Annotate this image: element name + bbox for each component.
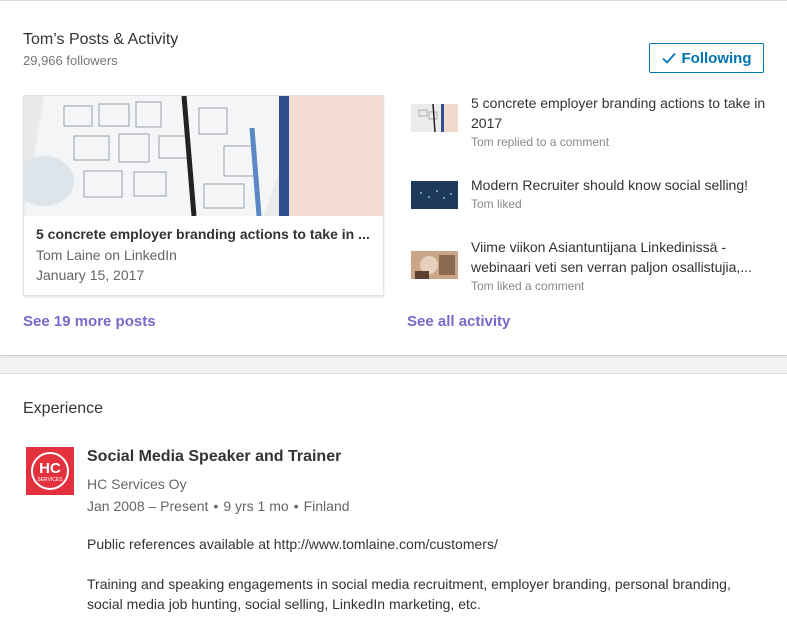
featured-post-image [24,96,383,216]
following-button[interactable]: Following [649,43,764,73]
date-range: Jan 2008 – Present [87,498,209,514]
activity-meta: Tom replied to a comment [471,135,610,149]
experience-section-title: Experience [23,400,104,417]
job-dates: Jan 2008 – Present • 9 yrs 1 mo • Finland [87,498,350,514]
activity-title: Modern Recruiter should know social sell… [471,177,749,193]
activity-title: 5 concrete employer branding actions to … [471,95,766,131]
featured-post-card[interactable]: 5 concrete employer branding actions to … [23,95,384,296]
job-title[interactable]: Social Media Speaker and Trainer [87,448,341,466]
activity-thumbnail [411,251,458,279]
bullet-separator: • [213,498,219,514]
duration: 9 yrs 1 mo [223,498,289,514]
location: Finland [303,498,350,514]
company-name[interactable]: HC Services Oy [87,476,187,492]
activity-meta: Tom liked a comment [471,279,585,293]
logo-text: HC [39,460,61,477]
following-label: Following [681,49,752,67]
job-description-references: Public references available at http://ww… [87,536,498,552]
company-logo[interactable]: HC SERVICES [26,447,74,495]
bullet-separator: • [293,498,299,514]
activity-item[interactable]: 5 concrete employer branding actions to … [411,93,771,149]
activity-item[interactable]: Viime viikon Asiantuntijana Linkedinissä… [411,237,771,297]
followers-count: 29,966 followers [23,53,118,68]
featured-post-title: 5 concrete employer branding actions to … [36,226,370,242]
activity-thumbnail [411,104,458,132]
activity-title: Viime viikon Asiantuntijana Linkedinissä… [471,239,752,275]
logo-subtext: SERVICES [37,477,63,483]
see-all-activity-link[interactable]: See all activity [407,313,510,330]
activity-thumbnail [411,181,458,209]
posts-activity-card: Tom’s Posts & Activity 29,966 followers … [0,0,787,356]
see-more-posts-link[interactable]: See 19 more posts [23,313,156,330]
checkmark-icon [661,52,676,64]
featured-post-date: January 15, 2017 [36,267,145,283]
activity-item[interactable]: Modern Recruiter should know social sell… [411,175,771,215]
activity-meta: Tom liked [471,197,522,211]
job-description-details: Training and speaking engagements in soc… [87,576,731,612]
featured-post-author: Tom Laine on LinkedIn [36,247,177,263]
posts-section-title: Tom’s Posts & Activity [23,31,179,48]
